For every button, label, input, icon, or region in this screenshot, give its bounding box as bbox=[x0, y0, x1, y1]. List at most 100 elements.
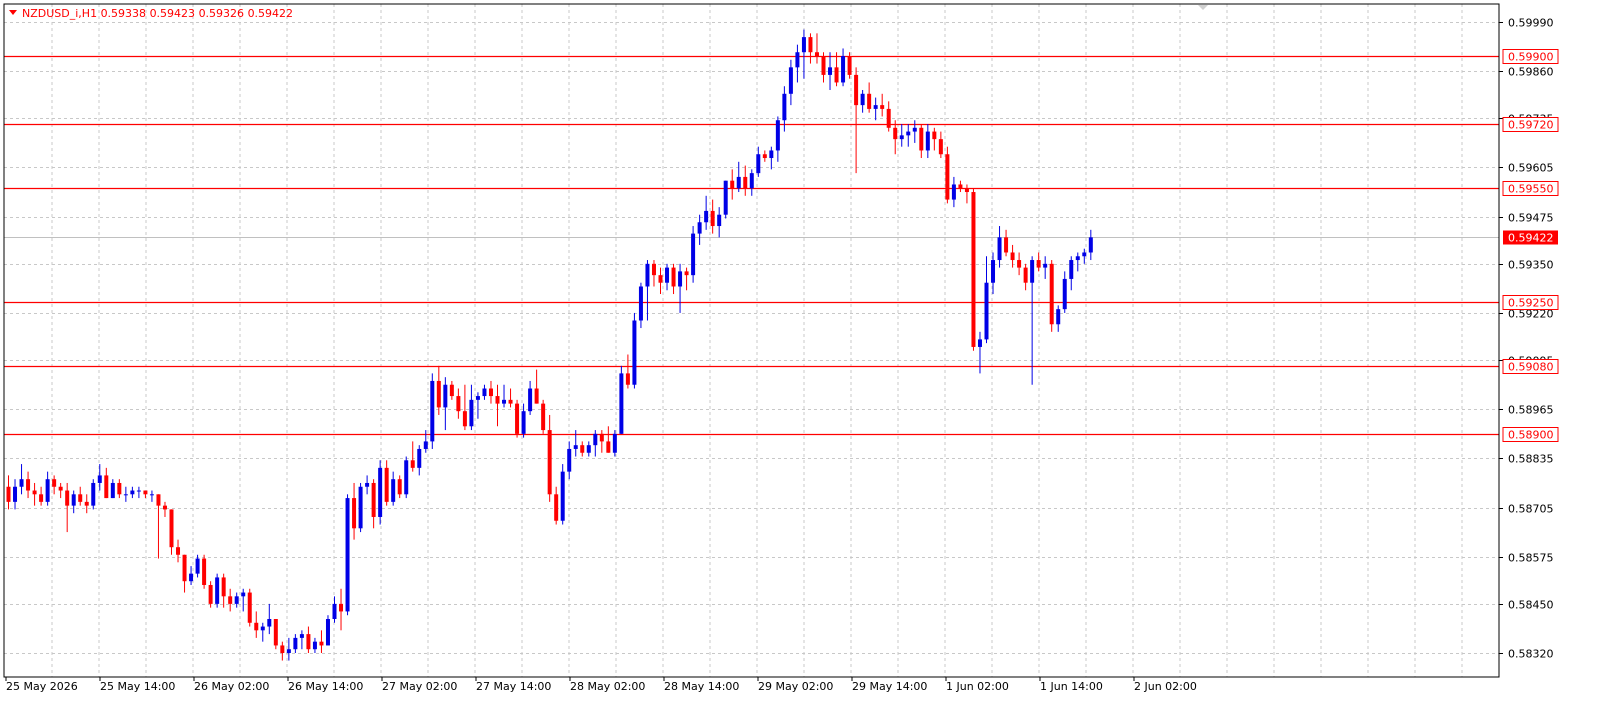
time-tick-label: 25 May 14:00 bbox=[100, 680, 175, 693]
candle-body bbox=[541, 403, 546, 431]
candle-bearish bbox=[247, 588, 252, 627]
candle-body bbox=[756, 154, 761, 174]
candle-body bbox=[697, 222, 702, 234]
candle-body bbox=[6, 486, 11, 502]
candle-body bbox=[1023, 267, 1028, 283]
time-tick-label: 25 May 2026 bbox=[6, 680, 78, 693]
candle-bullish bbox=[430, 373, 435, 449]
candle-body bbox=[854, 74, 859, 106]
candle-body bbox=[795, 52, 800, 68]
price-tick-label: 0.58965 bbox=[1508, 404, 1554, 417]
candle-body bbox=[632, 320, 637, 385]
price-tick-label: 0.59990 bbox=[1508, 17, 1554, 30]
candle-body bbox=[651, 263, 656, 276]
candle-body bbox=[273, 618, 278, 646]
candle-body bbox=[430, 380, 435, 442]
candle-body bbox=[580, 445, 585, 453]
candle-body bbox=[371, 482, 376, 517]
candle-body bbox=[814, 52, 819, 57]
time-tick-label: 28 May 14:00 bbox=[664, 680, 739, 693]
candle-body bbox=[404, 460, 409, 495]
candle-body bbox=[449, 384, 454, 397]
candle-body bbox=[293, 637, 298, 650]
candle-body bbox=[221, 577, 226, 597]
candle-body bbox=[749, 173, 754, 189]
candle-body bbox=[534, 388, 539, 404]
header-open: 0.59338 bbox=[101, 7, 147, 20]
price-tick-label: 0.58835 bbox=[1508, 453, 1554, 466]
time-tick-label: 29 May 14:00 bbox=[852, 680, 927, 693]
time-tick-label: 2 Jun 02:00 bbox=[1134, 680, 1197, 693]
candle-body bbox=[899, 135, 904, 140]
candle-bearish bbox=[202, 554, 207, 589]
candle-body bbox=[645, 263, 650, 287]
candle-body bbox=[612, 433, 617, 453]
candle-body bbox=[775, 120, 780, 151]
candle-body bbox=[606, 441, 611, 453]
candle-body bbox=[528, 388, 533, 412]
candle-body bbox=[788, 67, 793, 94]
level-price-label: 0.59900 bbox=[1508, 51, 1554, 64]
candle-body bbox=[162, 505, 167, 510]
level-price-label: 0.59080 bbox=[1508, 361, 1554, 374]
candlestick-chart: 0.599900.598600.597350.596050.594750.593… bbox=[0, 0, 1601, 713]
candle-body bbox=[919, 127, 924, 151]
candle-body bbox=[417, 448, 422, 468]
chart-window: 0.599900.598600.597350.596050.594750.593… bbox=[0, 0, 1601, 713]
candle-body bbox=[906, 131, 911, 136]
candle-body bbox=[456, 396, 461, 412]
candle-body bbox=[1004, 237, 1009, 253]
candle-bullish bbox=[632, 312, 637, 389]
candle-body bbox=[1043, 263, 1048, 268]
candle-bullish bbox=[560, 464, 565, 525]
candle-body bbox=[423, 441, 428, 449]
candle-body bbox=[984, 282, 989, 340]
candle-body bbox=[573, 445, 578, 449]
candle-body bbox=[932, 131, 937, 140]
time-tick-label: 27 May 14:00 bbox=[476, 680, 551, 693]
candle-body bbox=[228, 596, 233, 604]
header-high: 0.59423 bbox=[150, 7, 196, 20]
time-tick-label: 26 May 02:00 bbox=[194, 680, 269, 693]
candle-body bbox=[130, 490, 135, 495]
candle-body bbox=[1082, 252, 1087, 257]
candle-body bbox=[964, 188, 969, 193]
candle-body bbox=[45, 479, 50, 502]
time-tick-label: 27 May 02:00 bbox=[382, 680, 457, 693]
candle-bullish bbox=[619, 365, 624, 434]
candle-body bbox=[260, 626, 265, 631]
candle-body bbox=[65, 490, 70, 506]
candle-body bbox=[358, 486, 363, 529]
candle-body bbox=[515, 403, 520, 434]
candle-body bbox=[521, 411, 526, 434]
candle-body bbox=[736, 176, 741, 189]
candle-body bbox=[117, 482, 122, 495]
candle-body bbox=[143, 490, 148, 495]
candle-bearish bbox=[208, 581, 213, 608]
candle-bearish bbox=[1049, 260, 1054, 332]
candle-body bbox=[78, 494, 83, 502]
candle-body bbox=[254, 622, 259, 631]
candle-body bbox=[52, 479, 57, 487]
candle-body bbox=[828, 67, 833, 75]
candle-body bbox=[743, 176, 748, 189]
chart-header: NZDUSD_i,H1 0.59338 0.59423 0.59326 0.59… bbox=[9, 7, 293, 20]
candle-body bbox=[176, 547, 181, 555]
candle-body bbox=[945, 154, 950, 200]
candle-body bbox=[1030, 260, 1035, 283]
candle-body bbox=[39, 494, 44, 502]
level-price-label: 0.59250 bbox=[1508, 297, 1554, 310]
time-tick-label: 26 May 14:00 bbox=[288, 680, 363, 693]
candle-body bbox=[808, 37, 813, 53]
candle-body bbox=[306, 634, 311, 650]
price-tick-label: 0.58575 bbox=[1508, 552, 1554, 565]
time-tick-label: 28 May 02:00 bbox=[570, 680, 645, 693]
time-tick-label: 29 May 02:00 bbox=[758, 680, 833, 693]
price-tick-label: 0.58320 bbox=[1508, 648, 1554, 661]
candle-body bbox=[195, 558, 200, 574]
candle-body bbox=[1069, 260, 1074, 279]
candle-body bbox=[149, 494, 154, 496]
candle-body bbox=[443, 384, 448, 408]
candle-body bbox=[110, 482, 115, 499]
time-tick-label: 1 Jun 14:00 bbox=[1040, 680, 1103, 693]
